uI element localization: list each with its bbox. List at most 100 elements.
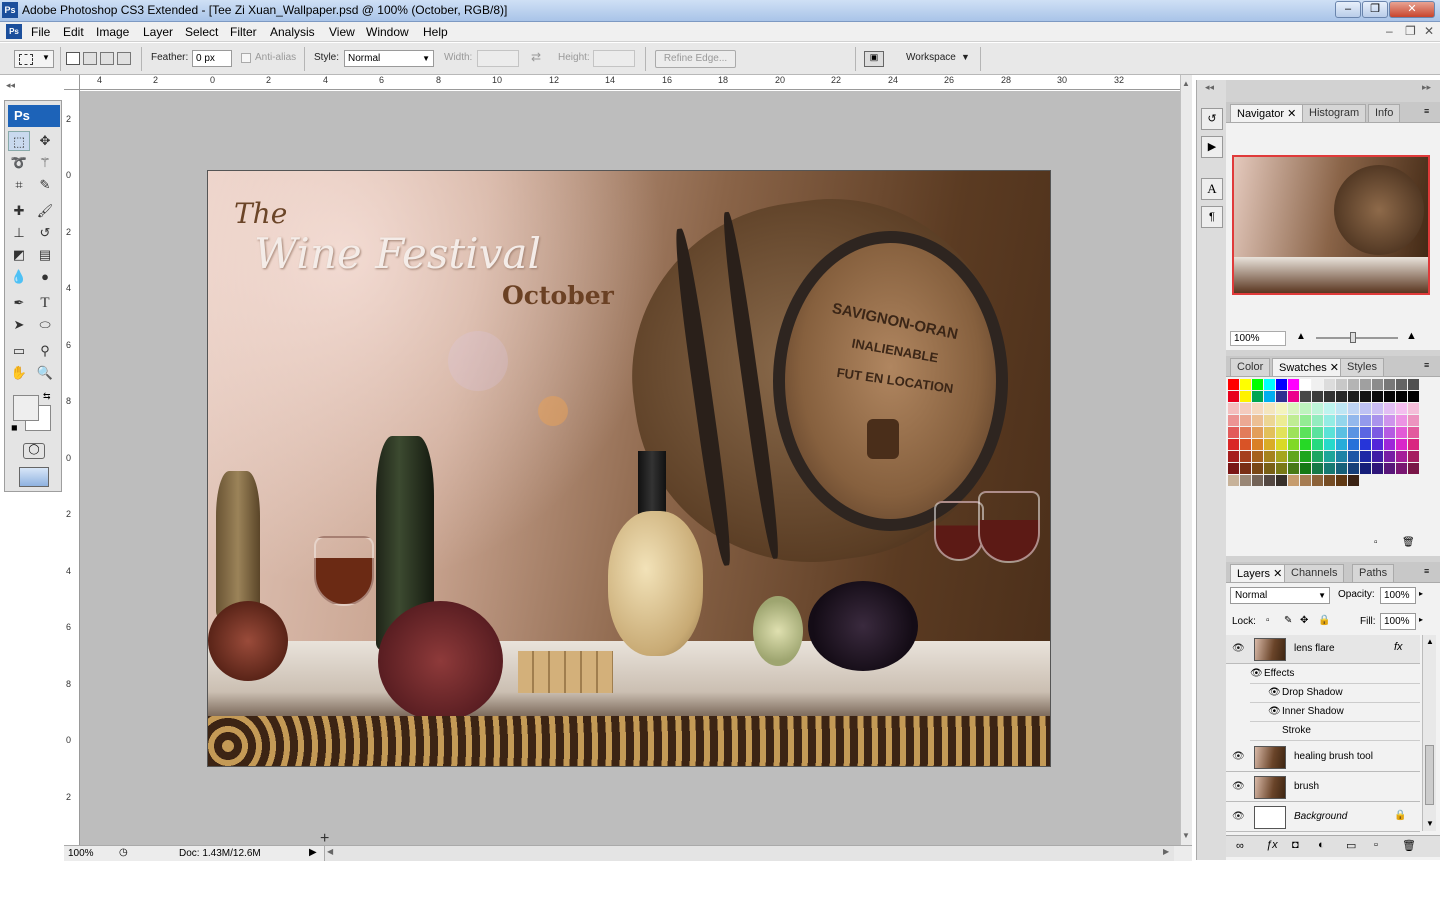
color-swatch[interactable] (1312, 379, 1323, 390)
magic-wand-icon[interactable]: ⚚ (34, 153, 56, 173)
color-swatch[interactable] (1288, 391, 1299, 402)
color-swatch[interactable] (1312, 463, 1323, 474)
color-swatch[interactable] (1372, 403, 1383, 414)
color-swatch[interactable] (1300, 379, 1311, 390)
menu-view[interactable]: View (329, 25, 355, 39)
color-swatch[interactable] (1300, 451, 1311, 462)
color-swatch[interactable] (1252, 427, 1263, 438)
color-swatch[interactable] (1288, 403, 1299, 414)
color-swatch[interactable] (1324, 463, 1335, 474)
doc-restore-button[interactable]: ❐ (1405, 24, 1416, 38)
color-swatch[interactable] (1264, 439, 1275, 450)
color-swatch[interactable] (1348, 427, 1359, 438)
color-swatch[interactable] (1240, 439, 1251, 450)
layers-scrollbar[interactable]: ▲ ▼ (1422, 635, 1436, 831)
ruler-origin[interactable] (64, 75, 80, 90)
new-swatch-icon[interactable]: ▫ (1374, 537, 1378, 548)
document-icon[interactable]: Ps (6, 24, 22, 39)
add-style-icon[interactable]: ƒx (1266, 839, 1278, 851)
color-swatch[interactable] (1240, 475, 1251, 486)
color-swatch[interactable] (1348, 415, 1359, 426)
color-swatch[interactable] (1312, 415, 1323, 426)
screen-mode-icon[interactable] (19, 467, 49, 487)
menu-edit[interactable]: Edit (63, 25, 84, 39)
color-swatch[interactable] (1264, 463, 1275, 474)
opacity-input[interactable]: 100% (1380, 587, 1416, 604)
zoom-out-icon[interactable]: ▲ (1296, 331, 1306, 342)
color-swatch[interactable] (1384, 379, 1395, 390)
color-swatch[interactable] (1336, 391, 1347, 402)
color-swatch[interactable] (1276, 427, 1287, 438)
color-swatch[interactable] (1348, 451, 1359, 462)
color-swatch[interactable] (1348, 439, 1359, 450)
color-swatch[interactable] (1408, 463, 1419, 474)
color-swatch[interactable] (1288, 379, 1299, 390)
color-swatch[interactable] (1396, 415, 1407, 426)
tab-styles[interactable]: Styles (1340, 358, 1384, 376)
effect-row[interactable]: Stroke (1250, 722, 1420, 741)
color-swatch[interactable] (1396, 379, 1407, 390)
color-swatch[interactable] (1312, 403, 1323, 414)
lock-all-icon[interactable]: 🔒 (1318, 615, 1330, 626)
new-layer-icon[interactable]: ▫ (1374, 839, 1378, 851)
color-swatch[interactable] (1300, 439, 1311, 450)
new-selection-icon[interactable] (66, 52, 80, 65)
color-swatch[interactable] (1360, 427, 1371, 438)
close-window-button[interactable]: ✕ (1389, 1, 1435, 18)
color-swatch[interactable] (1384, 439, 1395, 450)
visibility-eye-icon[interactable]: 👁 (1268, 706, 1281, 717)
navigator-thumbnail[interactable] (1232, 155, 1430, 295)
color-swatch[interactable] (1384, 463, 1395, 474)
color-swatch[interactable] (1252, 415, 1263, 426)
menu-analysis[interactable]: Analysis (270, 25, 315, 39)
color-swatch[interactable] (1300, 475, 1311, 486)
color-swatch[interactable] (1396, 463, 1407, 474)
visibility-eye-icon[interactable]: 👁 (1232, 811, 1245, 822)
color-swatch[interactable] (1252, 439, 1263, 450)
color-swatch[interactable] (1336, 439, 1347, 450)
brush-tool-icon[interactable]: 🖌 (34, 201, 56, 221)
color-swatch[interactable] (1372, 439, 1383, 450)
visibility-eye-icon[interactable]: 👁 (1232, 751, 1245, 762)
color-swatch[interactable] (1276, 403, 1287, 414)
move-tool-icon[interactable]: ✥ (34, 131, 56, 151)
color-swatch[interactable] (1276, 475, 1287, 486)
panel-menu-icon[interactable]: ≡ (1424, 360, 1429, 370)
quick-mask-icon[interactable]: ◯ (23, 443, 45, 459)
color-swatch[interactable] (1336, 415, 1347, 426)
color-swatch[interactable] (1372, 427, 1383, 438)
color-swatch[interactable] (1228, 463, 1239, 474)
swatch-grid[interactable] (1228, 379, 1420, 486)
paragraph-panel-icon[interactable]: ¶ (1201, 206, 1223, 228)
color-swatch[interactable] (1408, 451, 1419, 462)
color-swatch[interactable] (1240, 391, 1251, 402)
healing-brush-icon[interactable]: ✚ (8, 201, 30, 221)
tab-color[interactable]: Color (1230, 358, 1271, 376)
visibility-eye-icon[interactable]: 👁 (1268, 687, 1281, 698)
color-swatch[interactable] (1360, 391, 1371, 402)
character-panel-icon[interactable]: A (1201, 178, 1223, 200)
fill-input[interactable]: 100% (1380, 613, 1416, 630)
collapse-panels-icon[interactable]: ▸▸ (1422, 82, 1431, 93)
height-input[interactable] (593, 50, 635, 67)
scroll-up-icon[interactable]: ▲ (1426, 637, 1434, 646)
trash-icon[interactable]: 🗑 (1402, 839, 1416, 852)
color-swatch[interactable] (1288, 463, 1299, 474)
ellipse-tool-icon[interactable]: ⬭ (34, 315, 56, 335)
color-swatch[interactable] (1372, 463, 1383, 474)
status-info-icon[interactable]: ◷ (119, 847, 128, 858)
color-swatch[interactable] (1264, 451, 1275, 462)
tab-histogram[interactable]: Histogram (1302, 104, 1367, 122)
color-swatch[interactable] (1408, 391, 1419, 402)
path-selection-icon[interactable]: ➤ (8, 315, 30, 335)
zoom-tool-icon[interactable]: 🔍 (34, 363, 56, 383)
eraser-tool-icon[interactable]: ◩ (8, 245, 30, 265)
horizontal-scrollbar[interactable]: ◀ ▶ (324, 846, 1174, 861)
antialias-checkbox[interactable] (241, 53, 251, 63)
color-swatch[interactable] (1300, 427, 1311, 438)
color-swatch[interactable] (1228, 379, 1239, 390)
navigator-zoom-slider[interactable] (1316, 337, 1398, 339)
eyedropper-icon[interactable]: ⚲ (34, 341, 56, 361)
color-swatch[interactable] (1396, 403, 1407, 414)
color-swatch[interactable] (1276, 451, 1287, 462)
